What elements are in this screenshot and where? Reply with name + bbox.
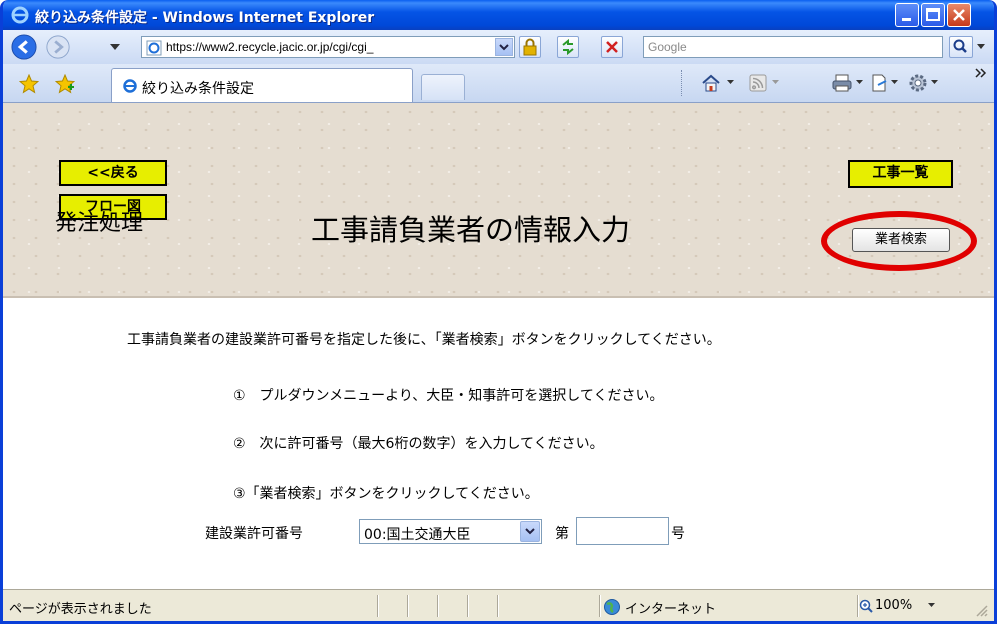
- search-field[interactable]: Google: [643, 36, 943, 58]
- refresh-button[interactable]: [557, 36, 579, 58]
- status-separator: [377, 595, 378, 617]
- forward-nav-icon[interactable]: [45, 34, 71, 60]
- permit-number-label: 建設業許可番号: [205, 526, 303, 542]
- select-dropdown-button[interactable]: [520, 521, 540, 542]
- permit-number-input[interactable]: [576, 517, 669, 545]
- home-icon[interactable]: [701, 73, 721, 93]
- tools-dropdown-icon[interactable]: [931, 80, 938, 85]
- feeds-icon[interactable]: [749, 74, 767, 92]
- page-content: <<戻る フロー図 工事一覧 発注処理 工事請負業者の情報入力 業者検索 工事請…: [3, 103, 994, 589]
- status-bar: ページが表示されました インターネット 100%: [3, 589, 994, 621]
- print-icon[interactable]: [831, 73, 853, 93]
- lock-icon: [523, 38, 537, 56]
- tab-active[interactable]: 絞り込み条件設定: [111, 68, 413, 102]
- instruction-intro: 工事請負業者の建設業許可番号を指定した後に、「業者検索」ボタンをクリックしてくだ…: [127, 332, 721, 348]
- security-zone-text: インターネット: [625, 602, 717, 617]
- work-list-button[interactable]: 工事一覧: [848, 160, 953, 188]
- instruction-step-3: ③「業者検索」ボタンをクリックしてください。: [233, 486, 539, 502]
- address-field[interactable]: https://www2.recycle.jacic.or.jp/cgi/cgi…: [141, 36, 515, 58]
- ie-logo-icon: [11, 6, 29, 24]
- print-dropdown-icon[interactable]: [856, 80, 863, 85]
- close-icon: [953, 9, 965, 21]
- ie-tab-icon: [123, 79, 137, 93]
- status-text: ページが表示されました: [9, 602, 152, 617]
- stop-button[interactable]: [601, 36, 623, 58]
- refresh-icon: [562, 38, 574, 56]
- close-button[interactable]: [947, 3, 971, 27]
- url-text: https://www2.recycle.jacic.or.jp/cgi/cgi…: [166, 40, 374, 54]
- toolbar-overflow-icon[interactable]: [975, 68, 987, 78]
- add-favorite-icon[interactable]: [55, 74, 75, 94]
- minimize-button[interactable]: [895, 3, 919, 27]
- header-band: <<戻る フロー図 工事一覧 発注処理 工事請負業者の情報入力 業者検索: [3, 103, 994, 298]
- page-menu-icon[interactable]: [869, 73, 889, 93]
- feeds-dropdown-icon[interactable]: [772, 80, 779, 85]
- chevron-down-icon: [525, 528, 535, 535]
- tools-gear-icon[interactable]: [907, 72, 929, 94]
- back-nav-icon[interactable]: [11, 34, 37, 60]
- chevron-down-icon: [499, 44, 509, 51]
- minimize-icon: [902, 18, 911, 21]
- status-separator: [857, 595, 858, 617]
- status-separator: [437, 595, 438, 617]
- address-dropdown-button[interactable]: [495, 38, 513, 56]
- zoom-level-text[interactable]: 100%: [875, 598, 912, 613]
- home-dropdown-icon[interactable]: [727, 80, 734, 85]
- zoom-dropdown-icon[interactable]: [928, 603, 935, 608]
- back-button[interactable]: <<戻る: [59, 160, 167, 186]
- maximize-button[interactable]: [921, 3, 945, 27]
- stop-icon: [606, 41, 618, 53]
- page-title: 工事請負業者の情報入力: [311, 213, 631, 247]
- toolbar-separator: [681, 70, 683, 96]
- resize-grip-icon[interactable]: [975, 604, 989, 618]
- instruction-step-2: ② 次に許可番号（最大6桁の数字）を入力してください。: [233, 436, 604, 452]
- status-separator: [497, 595, 498, 617]
- title-bar: 絞り込み条件設定 - Windows Internet Explorer: [3, 0, 994, 30]
- search-button[interactable]: [949, 36, 973, 58]
- permit-prefix-label: 第: [555, 526, 569, 542]
- section-label: 発注処理: [55, 211, 144, 236]
- page-icon: [146, 40, 162, 56]
- tab-label: 絞り込み条件設定: [142, 81, 254, 97]
- search-placeholder: Google: [648, 40, 687, 54]
- tab-toolbar: 絞り込み条件設定: [3, 64, 994, 103]
- permit-type-select[interactable]: 00:国土交通大臣: [359, 519, 542, 544]
- favorites-star-icon[interactable]: [19, 74, 39, 94]
- permit-type-value: 00:国土交通大臣: [364, 527, 471, 543]
- address-toolbar: https://www2.recycle.jacic.or.jp/cgi/cgi…: [3, 30, 994, 65]
- search-icon: [953, 39, 967, 53]
- zoom-icon[interactable]: [859, 599, 874, 614]
- browser-window: 絞り込み条件設定 - Windows Internet Explorer htt…: [0, 0, 997, 624]
- instruction-step-1: ① プルダウンメニューより、大臣・知事許可を選択してください。: [233, 388, 664, 404]
- permit-suffix-label: 号: [671, 526, 685, 542]
- status-separator: [599, 595, 600, 617]
- status-separator: [407, 595, 408, 617]
- page-dropdown-icon[interactable]: [891, 80, 898, 85]
- highlight-oval: [821, 211, 977, 271]
- internet-globe-icon: [604, 599, 620, 615]
- window-title: 絞り込み条件設定 - Windows Internet Explorer: [35, 10, 375, 26]
- status-separator: [467, 595, 468, 617]
- search-options-icon[interactable]: [977, 44, 985, 50]
- maximize-icon: [926, 8, 940, 21]
- history-dropdown-icon[interactable]: [110, 44, 120, 52]
- new-tab-button[interactable]: [421, 74, 465, 100]
- security-lock-button[interactable]: [519, 36, 541, 58]
